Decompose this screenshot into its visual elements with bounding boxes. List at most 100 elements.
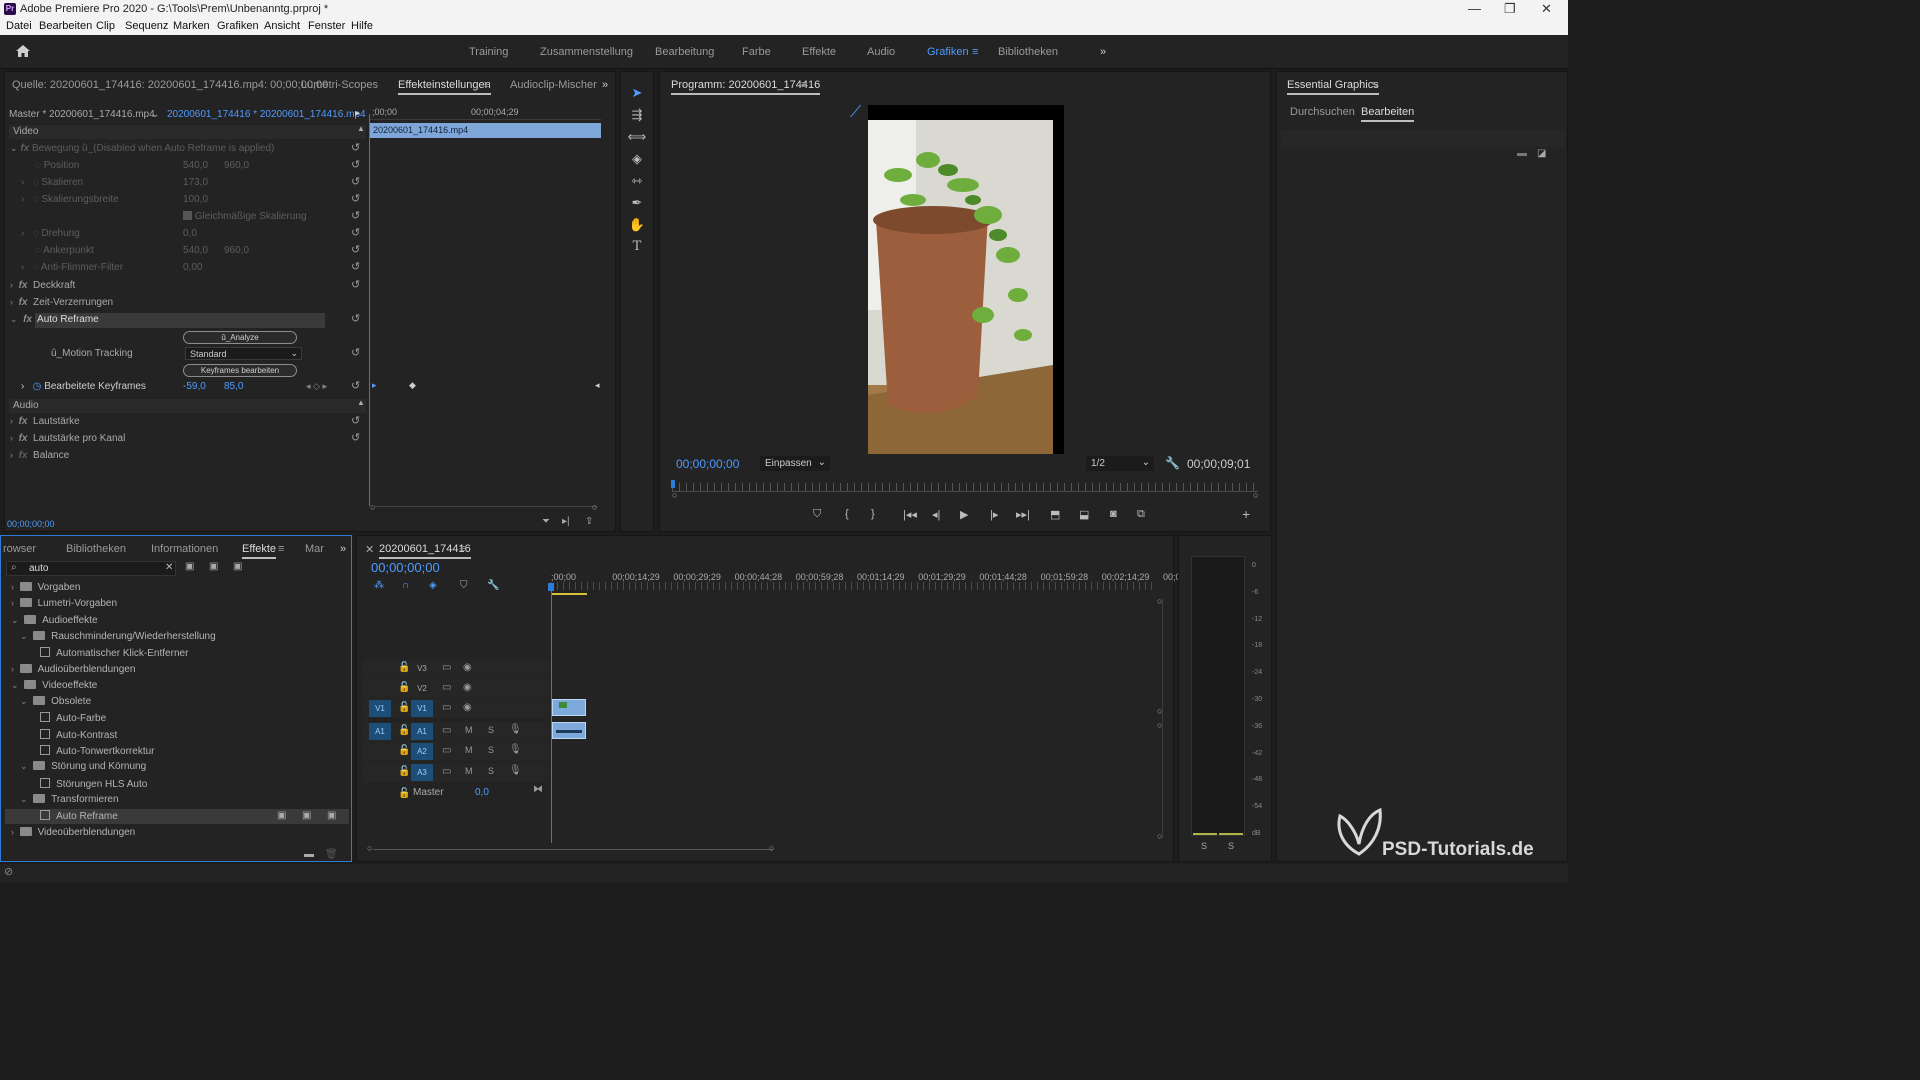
motion-tracking-select[interactable]: Standard ⌄	[185, 347, 302, 360]
play-clip-icon[interactable]: ▸	[355, 108, 360, 125]
keyframe-start-marker[interactable]: ▸	[372, 380, 377, 397]
filter-icon[interactable]: ⏷	[542, 516, 550, 533]
effects-tree-item[interactable]: Auto Reframe	[29, 810, 118, 826]
fit-select[interactable]: Einpassen ⌄	[760, 456, 830, 471]
workspace-menu-icon[interactable]: ≡	[972, 46, 978, 58]
clear-search-icon[interactable]: ✕	[165, 562, 173, 573]
play-audio-icon[interactable]: ▸|	[562, 516, 570, 533]
linked-selection-icon[interactable]: ◈	[429, 580, 437, 597]
tab-marken[interactable]: Mar	[305, 543, 324, 555]
track-target-a2[interactable]: A2	[411, 743, 433, 760]
mini-zoom-scrollbar[interactable]	[375, 506, 597, 507]
lautstaerke-kanal-row[interactable]: › fx Lautstärke pro Kanal	[10, 433, 125, 450]
track-target-v2[interactable]: V2	[411, 680, 433, 697]
tab-bibliotheken[interactable]: Bibliotheken	[66, 543, 126, 555]
collapse-audio-icon[interactable]: ▲	[357, 398, 365, 415]
menu-clip[interactable]: Clip	[96, 20, 115, 32]
effects-tree-item[interactable]: Auto-Kontrast	[29, 728, 117, 745]
reset-lautstaerke-icon[interactable]: ↺	[351, 414, 360, 427]
eye-icon[interactable]: ◉	[463, 682, 472, 693]
accelerated-effects-icon[interactable]: ▣	[185, 561, 194, 578]
workspace-farbe[interactable]: Farbe	[742, 46, 771, 58]
effects-tree-item[interactable]: Auto-Tonwertkorrektur	[29, 745, 155, 761]
sync-lock-icon[interactable]: ▭	[442, 662, 451, 673]
tab-effekte[interactable]: Effekte	[242, 543, 277, 559]
sync-lock-icon[interactable]: ▭	[442, 766, 451, 777]
track-target-v1[interactable]: V1	[411, 700, 433, 717]
video-clip[interactable]	[552, 699, 586, 716]
reset-keyframes-icon[interactable]: ↺	[351, 379, 360, 392]
workspace-training[interactable]: Training	[469, 46, 508, 58]
mark-in-icon[interactable]: {	[845, 508, 849, 520]
tab-source[interactable]: Quelle: 20200601_174416: 20200601_174416…	[12, 79, 328, 91]
mini-playhead[interactable]	[369, 114, 370, 506]
reset-skalierungsbreite-icon[interactable]: ↺	[351, 192, 360, 205]
effects-menu-icon[interactable]: ≡	[278, 543, 284, 555]
bewegung-row[interactable]: ⌄ fx Bewegung û_(Disabled when Auto Refr…	[10, 143, 274, 160]
yuv-effects-icon[interactable]: ▣	[233, 561, 242, 578]
step-forward-icon[interactable]: |▸	[990, 508, 998, 521]
keyframe-diamond-icon[interactable]: ◆	[409, 380, 416, 397]
microphone-icon[interactable]: 🎙	[509, 724, 522, 735]
effects-tree-item[interactable]: › Vorgaben	[11, 582, 80, 598]
reset-gleichmaessig-icon[interactable]: ↺	[351, 209, 360, 222]
keyframe-value-2[interactable]: 85,0	[224, 381, 243, 398]
vscroll-handle-top[interactable]: ○	[1157, 596, 1162, 613]
button-editor-plus-icon[interactable]: +	[1242, 506, 1250, 522]
mute-button[interactable]: M	[465, 725, 473, 735]
effects-search-box[interactable]: ⌕ auto ✕	[6, 561, 176, 576]
work-area-bar[interactable]	[551, 593, 587, 595]
program-playhead[interactable]	[671, 480, 675, 488]
eye-icon[interactable]: ◉	[463, 662, 472, 673]
skalierungsbreite-value[interactable]: 100,0	[183, 194, 208, 211]
skalieren-value[interactable]: 173,0	[183, 177, 208, 194]
step-back-icon[interactable]: ◂|	[932, 508, 940, 521]
sync-lock-icon[interactable]: ▭	[442, 725, 451, 736]
reset-drehung-icon[interactable]: ↺	[351, 226, 360, 239]
chevron-right-icon[interactable]: ›	[11, 664, 14, 674]
essential-graphics-menu-icon[interactable]: ≡	[1372, 79, 1378, 91]
panel-overflow-icon[interactable]: »	[602, 79, 608, 91]
analyze-button[interactable]: û_Analyze	[183, 331, 297, 344]
menu-sequenz[interactable]: Sequenz	[125, 20, 168, 32]
collapse-video-icon[interactable]: ▲	[357, 124, 365, 141]
reset-lautstaerke-kanal-icon[interactable]: ↺	[351, 431, 360, 444]
source-patch-a1[interactable]: A1	[369, 723, 391, 740]
zoom-handle-left[interactable]: ○	[370, 502, 375, 519]
video-frame[interactable]	[868, 105, 1064, 454]
tab-lumetri-scopes[interactable]: Lumetri-Scopes	[301, 79, 378, 91]
effects-tree-item[interactable]: ⌄ Videoeffekte	[11, 679, 97, 696]
lock-icon[interactable]: 🔓	[398, 702, 410, 713]
32bit-effects-icon[interactable]: ▣	[209, 561, 218, 578]
effect-controls-timecode[interactable]: 00;00;00;00	[7, 519, 55, 536]
microphone-icon[interactable]: 🎙	[509, 765, 522, 776]
source-patch-v1[interactable]: V1	[369, 700, 391, 717]
clip-dropdown-icon[interactable]: ⌄	[151, 109, 159, 126]
menu-bearbeiten[interactable]: Bearbeiten	[39, 20, 92, 32]
keyframe-nav-icon[interactable]: ◂ ◇ ▸	[306, 381, 327, 398]
snap-icon[interactable]: ∩	[402, 580, 409, 597]
sync-lock-icon[interactable]: ▭	[442, 682, 451, 693]
solo-button[interactable]: S	[488, 725, 494, 735]
solo-button[interactable]: S	[488, 766, 494, 776]
chevron-down-icon[interactable]: ⌄	[11, 615, 19, 625]
menu-fenster[interactable]: Fenster	[308, 20, 345, 32]
bearbeitete-keyframes-row[interactable]: › ◷ Bearbeitete Keyframes	[21, 381, 146, 398]
mute-button[interactable]: M	[465, 745, 473, 755]
track-select-tool-icon[interactable]: ⇶	[626, 107, 648, 127]
lautstaerke-row[interactable]: › fx Lautstärke	[10, 416, 80, 433]
effects-tree-item[interactable]: Automatischer Klick-Entferner	[29, 647, 188, 663]
chevron-down-icon[interactable]: ⌄	[20, 696, 28, 706]
gleichmaessige-skalierung-checkbox[interactable]: Gleichmäßige Skalierung	[183, 211, 307, 228]
chevron-right-icon[interactable]: ›	[11, 827, 14, 837]
horizontal-scrollbar[interactable]	[373, 849, 773, 850]
export-icon[interactable]: ⇪	[585, 516, 593, 533]
ankerpunkt-y-value[interactable]: 960,0	[224, 245, 249, 262]
solo-left-button[interactable]: S	[1201, 841, 1207, 858]
menu-marken[interactable]: Marken	[173, 20, 210, 32]
vscroll-handle-bottom[interactable]: ○	[1157, 831, 1162, 848]
wrench-icon[interactable]: 🔧	[1165, 456, 1180, 473]
menu-datei[interactable]: Datei	[6, 20, 32, 32]
menu-grafiken[interactable]: Grafiken	[217, 20, 259, 32]
menu-hilfe[interactable]: Hilfe	[351, 20, 373, 32]
